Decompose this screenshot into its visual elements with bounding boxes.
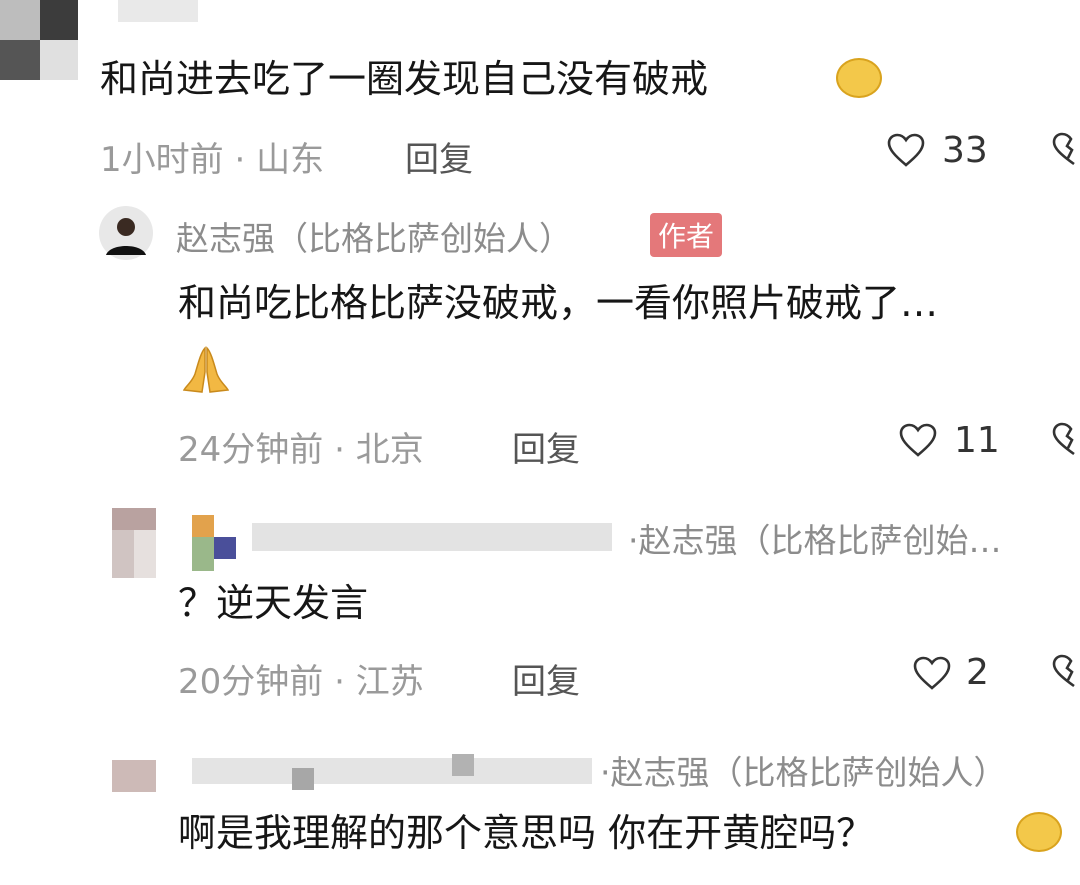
reply-button[interactable]: 回复	[512, 654, 580, 703]
reply-button[interactable]: 回复	[405, 132, 473, 181]
comment-time: 24分钟前	[178, 430, 324, 470]
comment-location: 北京	[355, 430, 424, 470]
comment-text: 和尚吃比格比萨没破戒，一看你照片破戒了…	[178, 281, 939, 325]
comment-meta: 20分钟前 · 江苏	[178, 662, 424, 702]
blurred-avatar[interactable]	[112, 760, 156, 792]
author-badge: 作者	[650, 213, 723, 257]
comment-location: 江苏	[355, 662, 424, 702]
reply-target: 赵志强（比格比萨创始…	[638, 521, 1002, 560]
laughing-crying-emoji	[836, 58, 882, 98]
comment-text: 和尚进去吃了一圈发现自己没有破戒	[100, 57, 709, 101]
comment-time: 20分钟前	[178, 662, 324, 702]
reply-button[interactable]: 回复	[512, 422, 580, 471]
broken-heart-icon[interactable]	[1050, 420, 1080, 460]
heart-outline-icon[interactable]	[886, 132, 926, 168]
praying-hands-emoji	[182, 346, 230, 393]
reply-to-name[interactable]: ·赵志强（比格比萨创始人）	[600, 746, 1007, 794]
blurred-avatar[interactable]	[0, 0, 78, 92]
heart-outline-icon[interactable]	[898, 422, 938, 458]
blurred-username[interactable]	[118, 0, 198, 22]
laughing-crying-emoji	[1016, 812, 1062, 852]
blurred-username[interactable]	[192, 748, 592, 792]
like-count: 33	[942, 130, 988, 171]
author-avatar[interactable]	[98, 205, 154, 261]
like-count: 11	[954, 420, 1000, 461]
heart-outline-icon[interactable]	[912, 655, 952, 691]
comment-text: 啊是我理解的那个意思吗 你在开黄腔吗？	[178, 811, 875, 855]
like-count: 2	[966, 652, 989, 693]
blurred-avatar[interactable]	[112, 508, 156, 578]
broken-heart-icon[interactable]	[1050, 130, 1080, 170]
comment-location: 山东	[256, 140, 325, 180]
comment-time: 1小时前	[100, 140, 224, 180]
reply-to-name[interactable]: ·赵志强（比格比萨创始…	[628, 514, 1002, 562]
comment-text: ？逆天发言	[178, 581, 369, 625]
author-name[interactable]: 赵志强（比格比萨创始人）	[176, 212, 572, 260]
blurred-username[interactable]	[192, 515, 622, 571]
reply-target: 赵志强（比格比萨创始人）	[610, 753, 1007, 792]
comment-meta: 1小时前 · 山东	[100, 140, 325, 180]
broken-heart-icon[interactable]	[1050, 652, 1080, 692]
comment-meta: 24分钟前 · 北京	[178, 430, 424, 470]
